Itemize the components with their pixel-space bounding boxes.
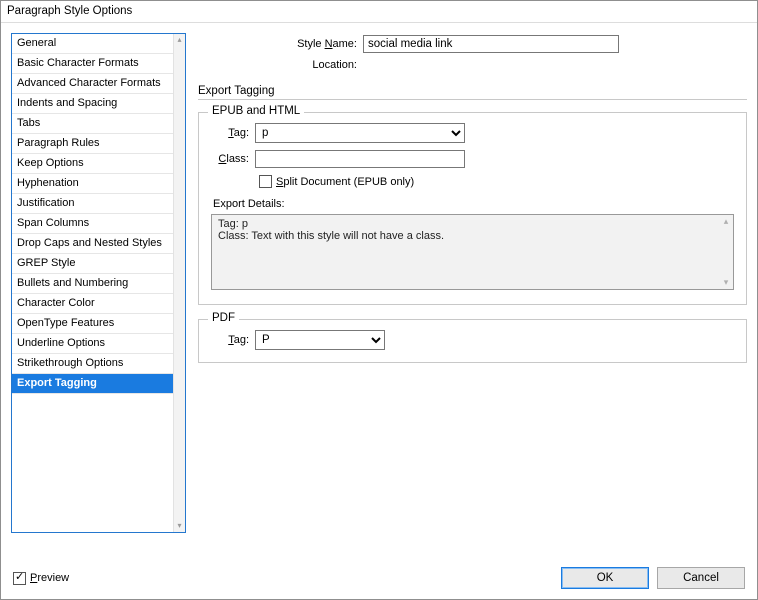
export-details-line1: Tag: p [218, 218, 727, 230]
fieldset-pdf: PDF Tag: P [198, 319, 747, 363]
scroll-up-icon[interactable]: ▴ [174, 34, 185, 46]
sidebar-item[interactable]: Span Columns [12, 214, 173, 234]
sidebar-item[interactable]: Paragraph Rules [12, 134, 173, 154]
preview-label: Preview [30, 572, 69, 584]
dialog-paragraph-style-options: Paragraph Style Options GeneralBasic Cha… [0, 0, 758, 600]
pdf-tag-select[interactable]: P [255, 330, 385, 350]
sidebar-item[interactable]: Justification [12, 194, 173, 214]
sidebar-item[interactable]: Indents and Spacing [12, 94, 173, 114]
export-details-line2: Class: Text with this style will not hav… [218, 230, 727, 242]
scroll-down-icon[interactable]: ▾ [719, 277, 733, 288]
sidebar-item[interactable]: Hyphenation [12, 174, 173, 194]
sidebar-item[interactable]: Bullets and Numbering [12, 274, 173, 294]
location-label: Location: [198, 59, 363, 71]
section-title: Export Tagging [198, 85, 747, 97]
epub-class-label: Class: [211, 153, 255, 165]
sidebar-item[interactable]: GREP Style [12, 254, 173, 274]
epub-tag-select[interactable]: p [255, 123, 465, 143]
sidebar-item[interactable]: Keep Options [12, 154, 173, 174]
sidebar-item[interactable]: Tabs [12, 114, 173, 134]
style-name-label: Style Name: [198, 38, 363, 50]
titlebar: Paragraph Style Options [1, 1, 757, 23]
scroll-up-icon[interactable]: ▴ [719, 216, 733, 227]
fieldset-pdf-legend: PDF [208, 312, 239, 324]
split-document-label: Split Document (EPUB only) [276, 176, 414, 188]
pdf-tag-label: Tag: [211, 334, 255, 346]
ok-button[interactable]: OK [561, 567, 649, 589]
sidebar: GeneralBasic Character FormatsAdvanced C… [11, 33, 186, 533]
sidebar-item[interactable]: Character Color [12, 294, 173, 314]
sidebar-item[interactable]: OpenType Features [12, 314, 173, 334]
style-name-input[interactable] [363, 35, 619, 53]
sidebar-item[interactable]: Export Tagging [12, 374, 173, 394]
sidebar-list: GeneralBasic Character FormatsAdvanced C… [12, 34, 173, 532]
preview-checkbox[interactable] [13, 572, 26, 585]
main-panel: Style Name: Location: Export Tagging EPU… [198, 33, 747, 377]
sidebar-item[interactable]: Advanced Character Formats [12, 74, 173, 94]
export-details-box: Tag: p Class: Text with this style will … [211, 214, 734, 290]
preview-toggle[interactable]: Preview [13, 572, 69, 585]
dialog-footer: Preview OK Cancel [1, 561, 757, 599]
dialog-body: GeneralBasic Character FormatsAdvanced C… [1, 23, 757, 561]
split-document-checkbox[interactable] [259, 175, 272, 188]
section-divider [198, 99, 747, 100]
export-details-scrollbar[interactable]: ▴ ▾ [719, 215, 733, 289]
fieldset-epub-html: EPUB and HTML Tag: p Class: Split Docume… [198, 112, 747, 305]
epub-tag-label: Tag: [211, 127, 255, 139]
sidebar-item[interactable]: Underline Options [12, 334, 173, 354]
sidebar-item[interactable]: General [12, 34, 173, 54]
sidebar-item[interactable]: Strikethrough Options [12, 354, 173, 374]
fieldset-epub-legend: EPUB and HTML [208, 105, 304, 117]
epub-class-input[interactable] [255, 150, 465, 168]
sidebar-scrollbar[interactable]: ▴ ▾ [173, 34, 185, 532]
sidebar-item[interactable]: Drop Caps and Nested Styles [12, 234, 173, 254]
cancel-button[interactable]: Cancel [657, 567, 745, 589]
scroll-down-icon[interactable]: ▾ [174, 520, 185, 532]
sidebar-item[interactable]: Basic Character Formats [12, 54, 173, 74]
export-details-label: Export Details: [213, 198, 734, 210]
